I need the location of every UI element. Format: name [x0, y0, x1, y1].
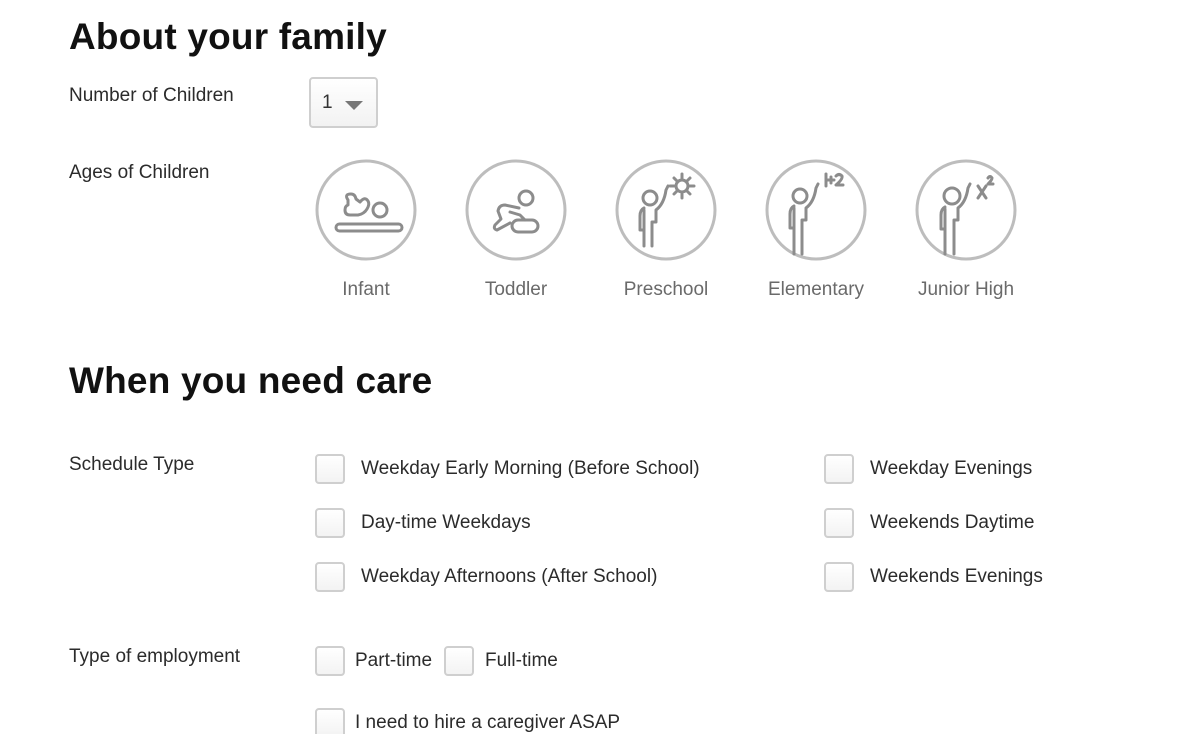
toddler-icon	[465, 159, 567, 261]
age-option-junior-high[interactable]: Junior High	[911, 158, 1021, 301]
schedule-option-weekends-evenings[interactable]: Weekends Evenings	[824, 562, 1043, 592]
age-option-infant[interactable]: Infant	[311, 158, 421, 301]
elementary-icon	[765, 159, 867, 261]
age-label: Infant	[342, 279, 390, 300]
checkbox-label: Part-time	[355, 650, 433, 671]
age-label: Preschool	[623, 279, 709, 300]
hire-asap-option[interactable]: I need to hire a caregiver ASAP	[315, 708, 620, 734]
schedule-option-weekday-afternoons[interactable]: Weekday Afternoons (After School)	[315, 562, 657, 592]
checkbox-label: Weekends Evenings	[870, 566, 1043, 587]
checkbox[interactable]	[315, 508, 345, 538]
age-option-toddler[interactable]: Toddler	[461, 158, 571, 301]
checkbox-label: Weekends Daytime	[870, 512, 1035, 533]
checkbox-label: I need to hire a caregiver ASAP	[355, 712, 621, 733]
age-option-elementary[interactable]: Elementary	[761, 158, 871, 301]
age-option-preschool[interactable]: Preschool	[611, 158, 721, 301]
checkbox[interactable]	[824, 562, 854, 592]
age-label: Toddler	[484, 279, 548, 300]
schedule-option-daytime-weekdays[interactable]: Day-time Weekdays	[315, 508, 531, 538]
ages-of-children-label: Ages of Children	[69, 162, 210, 183]
age-label: Elementary	[767, 279, 865, 300]
checkbox[interactable]	[444, 646, 474, 676]
schedule-type-label: Schedule Type	[69, 454, 195, 475]
checkbox[interactable]	[824, 508, 854, 538]
employment-option-part-time[interactable]: Part-time	[315, 646, 432, 676]
checkbox-label: Weekday Afternoons (After School)	[361, 566, 658, 587]
checkbox-label: Full-time	[485, 650, 558, 671]
checkbox-label: Day-time Weekdays	[361, 512, 531, 533]
checkbox-label: Weekday Evenings	[870, 458, 1033, 479]
checkbox[interactable]	[315, 454, 345, 484]
number-of-children-label: Number of Children	[69, 85, 234, 106]
checkbox[interactable]	[315, 646, 345, 676]
schedule-option-weekday-early-morning[interactable]: Weekday Early Morning (Before School)	[315, 454, 700, 484]
number-of-children-value: 1	[322, 91, 333, 113]
checkbox[interactable]	[315, 708, 345, 734]
checkbox-label: Weekday Early Morning (Before School)	[361, 458, 700, 479]
age-label: Junior High	[917, 279, 1015, 300]
junior-high-icon	[915, 159, 1017, 261]
checkbox[interactable]	[824, 454, 854, 484]
infant-icon	[315, 159, 417, 261]
care-request-form: About your family Number of Children 1 A…	[0, 0, 1188, 734]
schedule-option-weekends-daytime[interactable]: Weekends Daytime	[824, 508, 1034, 538]
type-of-employment-label: Type of employment	[69, 646, 241, 667]
checkbox[interactable]	[315, 562, 345, 592]
when-you-need-care-heading: When you need care	[69, 360, 433, 401]
chevron-down-icon	[345, 101, 363, 110]
about-family-heading: About your family	[69, 16, 387, 57]
schedule-option-weekday-evenings[interactable]: Weekday Evenings	[824, 454, 1032, 484]
employment-option-full-time[interactable]: Full-time	[444, 646, 558, 676]
number-of-children-select[interactable]: 1	[309, 77, 378, 128]
preschool-icon	[615, 159, 717, 261]
